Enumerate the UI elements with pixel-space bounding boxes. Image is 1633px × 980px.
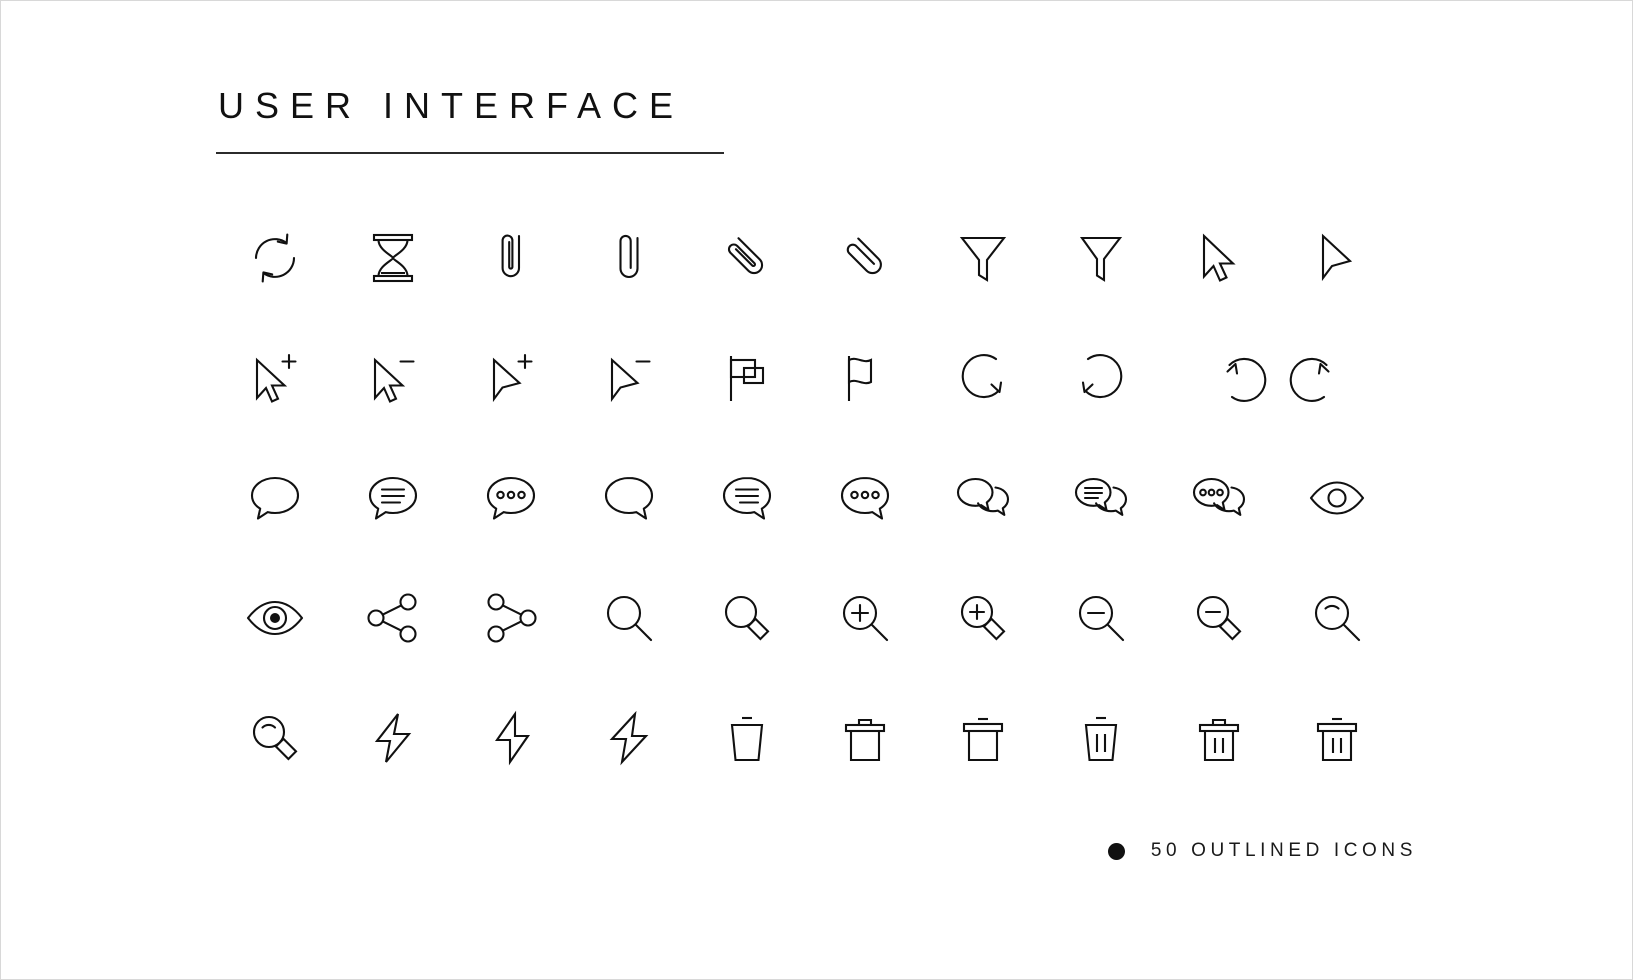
zoom-out-icon[interactable]	[1042, 558, 1160, 678]
cursor-arrow-icon[interactable]	[1278, 198, 1396, 318]
flag-rectangular-icon[interactable]	[688, 318, 806, 438]
zoom-in-handle-icon[interactable]	[924, 558, 1042, 678]
share-nodes-left-icon[interactable]	[334, 558, 452, 678]
trash-lid-lines-icon[interactable]	[1278, 678, 1396, 798]
chat-double-icon[interactable]	[924, 438, 1042, 558]
rotate-clockwise-icon[interactable]	[924, 318, 1042, 438]
share-nodes-right-icon[interactable]	[452, 558, 570, 678]
cursor-pointer-add-icon[interactable]	[216, 318, 334, 438]
search-icon[interactable]	[570, 558, 688, 678]
paperclip-diagonal-alt-icon[interactable]	[806, 198, 924, 318]
rotate-counterclockwise-icon[interactable]	[1042, 318, 1160, 438]
trash-lid-handle-lines-icon[interactable]	[1160, 678, 1278, 798]
speech-bubble-lines-icon[interactable]	[334, 438, 452, 558]
eye-bold-icon[interactable]	[216, 558, 334, 678]
cursor-arrow-add-icon[interactable]	[452, 318, 570, 438]
icon-grid	[216, 198, 1416, 798]
speech-bubble-lines-left-icon[interactable]	[688, 438, 806, 558]
title-divider	[216, 152, 724, 154]
footer-label: 50 OUTLINED ICONS	[1150, 840, 1417, 861]
search-handle-icon[interactable]	[688, 558, 806, 678]
filter-funnel-icon[interactable]	[924, 198, 1042, 318]
flag-wavy-icon[interactable]	[806, 318, 924, 438]
trash-lid-handle-icon[interactable]	[806, 678, 924, 798]
paperclip-diagonal-icon[interactable]	[688, 198, 806, 318]
refresh-icon[interactable]	[216, 198, 334, 318]
cursor-pointer-icon[interactable]	[1160, 198, 1278, 318]
trash-simple-icon[interactable]	[688, 678, 806, 798]
speech-bubble-dots-left-icon[interactable]	[806, 438, 924, 558]
lightning-bolt-icon[interactable]	[334, 678, 452, 798]
page-title: USER INTERFACE	[218, 85, 685, 126]
cursor-arrow-remove-icon[interactable]	[570, 318, 688, 438]
trash-lines-icon[interactable]	[1042, 678, 1160, 798]
zoom-out-handle-icon[interactable]	[1160, 558, 1278, 678]
cursor-pointer-remove-icon[interactable]	[334, 318, 452, 438]
zoom-in-icon[interactable]	[806, 558, 924, 678]
speech-bubble-left-icon[interactable]	[570, 438, 688, 558]
undo-icon[interactable]	[1278, 318, 1396, 438]
speech-bubble-icon[interactable]	[216, 438, 334, 558]
icon-sheet-page: USER INTERFACE 50 OUTLINED ICONS	[0, 0, 1633, 980]
filter-funnel-alt-icon[interactable]	[1042, 198, 1160, 318]
speech-bubble-dots-icon[interactable]	[452, 438, 570, 558]
eye-icon[interactable]	[1278, 438, 1396, 558]
chat-double-lines-icon[interactable]	[1042, 438, 1160, 558]
trash-lid-icon[interactable]	[924, 678, 1042, 798]
lightning-bolt-thin-icon[interactable]	[452, 678, 570, 798]
sheet-content: USER INTERFACE	[216, 88, 1416, 798]
footer: 50 OUTLINED ICONS	[1107, 840, 1417, 862]
bullet-icon	[1107, 842, 1125, 860]
paperclip-vertical-open-icon[interactable]	[570, 198, 688, 318]
paperclip-vertical-icon[interactable]	[452, 198, 570, 318]
redo-icon[interactable]	[1160, 318, 1278, 438]
search-shine-icon[interactable]	[1278, 558, 1396, 678]
chat-double-dots-icon[interactable]	[1160, 438, 1278, 558]
search-shine-handle-icon[interactable]	[216, 678, 334, 798]
hourglass-icon[interactable]	[334, 198, 452, 318]
lightning-bolt-alt-icon[interactable]	[570, 678, 688, 798]
